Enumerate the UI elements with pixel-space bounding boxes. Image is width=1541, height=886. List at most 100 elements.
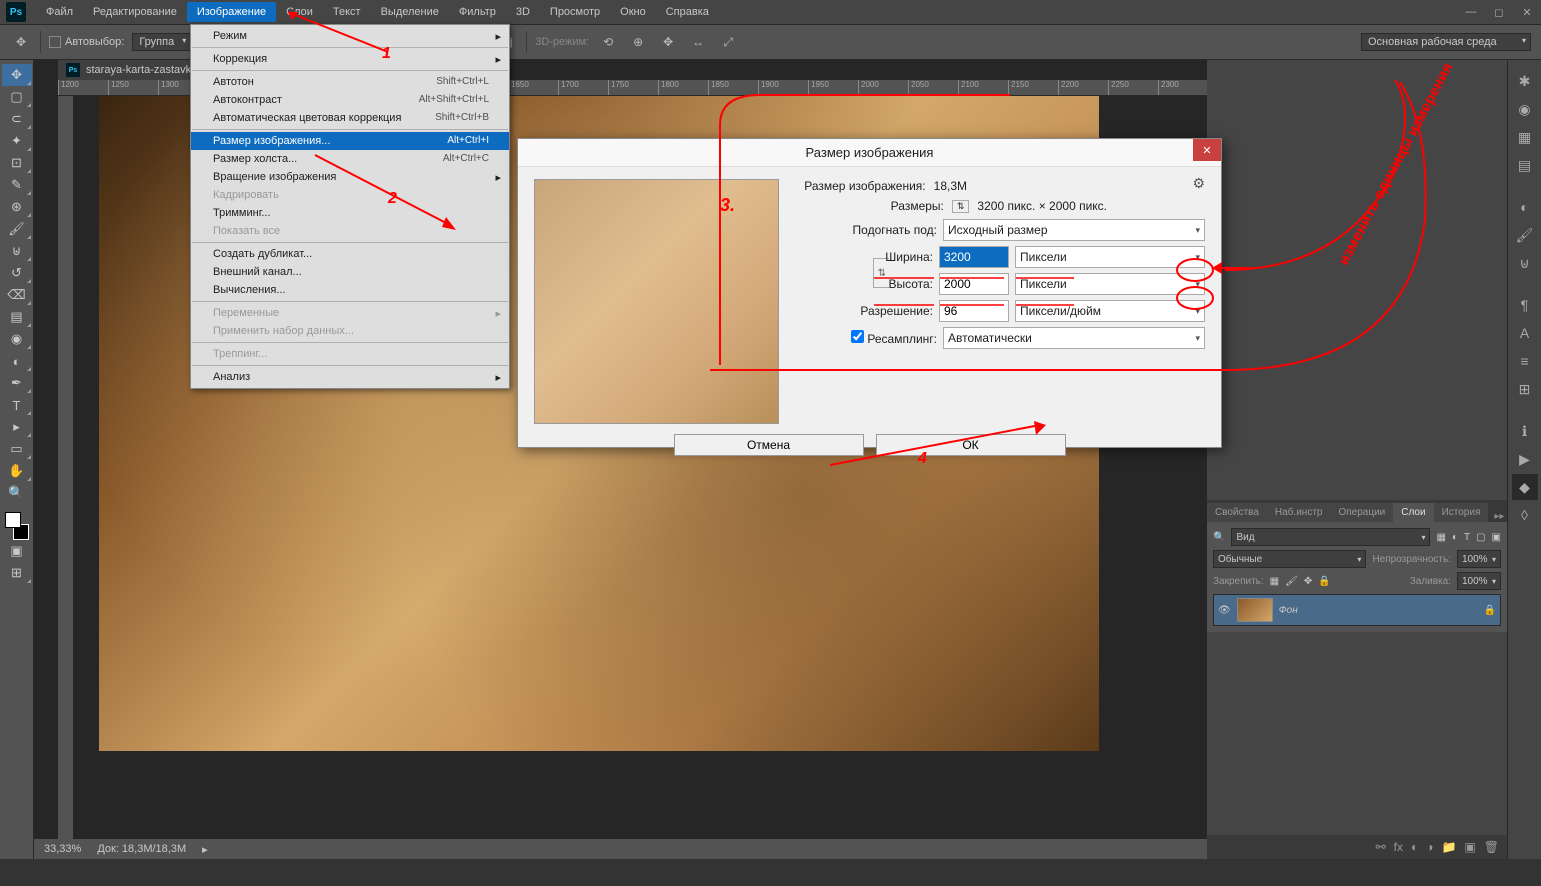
eraser-tool[interactable]: ⌫ — [2, 284, 32, 306]
filter-type-icon[interactable]: T — [1464, 532, 1470, 543]
menu-справка[interactable]: Справка — [656, 2, 719, 22]
search-icon[interactable]: 🔍 — [1213, 532, 1225, 543]
menu-редактирование[interactable]: Редактирование — [83, 2, 187, 22]
zoom-tool[interactable]: 🔍 — [2, 482, 32, 504]
dock-color-icon[interactable]: ◉ — [1512, 96, 1538, 122]
filter-shape-icon[interactable]: ▢ — [1476, 532, 1485, 543]
dock-layers-icon[interactable]: ◆ — [1512, 474, 1538, 500]
3d-scale-icon[interactable]: ⤢ — [717, 31, 739, 53]
status-arrow-icon[interactable]: ▸ — [202, 843, 208, 856]
layer-name[interactable]: Фон — [1279, 605, 1298, 616]
resample-dropdown[interactable]: Автоматически — [943, 327, 1205, 349]
magic-wand-tool[interactable]: ✦ — [2, 130, 32, 152]
dock-adjustments-icon[interactable]: ◐ — [1512, 194, 1538, 220]
fx-icon[interactable]: fx — [1394, 840, 1403, 854]
screen-mode-toggle[interactable]: ⊞ — [2, 562, 32, 584]
panel-tab[interactable]: История — [1434, 503, 1489, 522]
3d-slide-icon[interactable]: ↔ — [687, 31, 709, 53]
menu-слои[interactable]: Слои — [276, 2, 323, 22]
dock-brush-icon[interactable]: 🖌 — [1512, 222, 1538, 248]
menu-текст[interactable]: Текст — [323, 2, 371, 22]
menu-окно[interactable]: Окно — [610, 2, 656, 22]
panel-tab[interactable]: Наб.инстр — [1267, 503, 1331, 522]
new-layer-icon[interactable]: ▣ — [1464, 840, 1475, 854]
dock-glyph-icon[interactable]: ≡ — [1512, 348, 1538, 374]
layer-visibility-icon[interactable]: 👁 — [1218, 605, 1231, 616]
brush-tool[interactable]: 🖌 — [2, 218, 32, 240]
group-icon[interactable]: 📁 — [1441, 840, 1456, 854]
menu-фильтр[interactable]: Фильтр — [449, 2, 506, 22]
dialog-gear-icon[interactable]: ⚙ — [1192, 175, 1205, 192]
layer-thumbnail[interactable] — [1237, 598, 1273, 622]
crop-tool[interactable]: ⊡ — [2, 152, 32, 174]
panel-tab[interactable]: Свойства — [1207, 503, 1267, 522]
menu-изображение[interactable]: Изображение — [187, 2, 276, 22]
cancel-button[interactable]: Отмена — [674, 434, 864, 456]
minimize-button[interactable]: — — [1457, 2, 1485, 22]
adjustment-icon[interactable]: ◑ — [1426, 840, 1433, 854]
fit-dropdown[interactable]: Исходный размер — [943, 219, 1205, 241]
color-swatch[interactable] — [3, 512, 31, 540]
dock-compass-icon[interactable]: ✱ — [1512, 68, 1538, 94]
3d-roll-icon[interactable]: ⊕ — [627, 31, 649, 53]
menu-3d[interactable]: 3D — [506, 2, 540, 22]
lock-position-icon[interactable]: ✥ — [1304, 576, 1312, 587]
blend-mode-dropdown[interactable]: Обычные — [1213, 550, 1366, 568]
menu-item[interactable]: АвтоконтрастAlt+Shift+Ctrl+L — [191, 91, 509, 109]
panel-tab[interactable]: Слои — [1393, 503, 1433, 522]
dims-toggle-icon[interactable]: ⇅ — [952, 200, 970, 213]
menu-item[interactable]: Создать дубликат... — [191, 245, 509, 263]
menu-просмотр[interactable]: Просмотр — [540, 2, 610, 22]
3d-pan-icon[interactable]: ✥ — [657, 31, 679, 53]
blur-tool[interactable]: ◉ — [2, 328, 32, 350]
layer-filter-kind[interactable]: Вид — [1231, 528, 1430, 546]
zoom-level[interactable]: 33,33% — [44, 843, 81, 855]
dock-char-icon[interactable]: ¶ — [1512, 292, 1538, 318]
link-layers-icon[interactable]: ⚯ — [1376, 840, 1386, 854]
dock-paths-icon[interactable]: ◊ — [1512, 502, 1538, 528]
dock-play-icon[interactable]: ▶ — [1512, 446, 1538, 472]
ok-button[interactable]: ОК — [876, 434, 1066, 456]
menu-item[interactable]: Коррекция — [191, 50, 509, 68]
dock-other-icon[interactable]: ⊞ — [1512, 376, 1538, 402]
layer-row[interactable]: 👁 Фон 🔒 — [1213, 594, 1501, 626]
quick-mask-toggle[interactable]: ▣ — [2, 540, 32, 562]
menu-item[interactable]: АвтотонShift+Ctrl+L — [191, 73, 509, 91]
resolution-input[interactable] — [939, 300, 1009, 322]
marquee-tool[interactable]: ▢ — [2, 86, 32, 108]
fill-value[interactable]: 100% — [1457, 572, 1501, 590]
dock-styles-icon[interactable]: ▤ — [1512, 152, 1538, 178]
dock-clone-icon[interactable]: ⊎ — [1512, 250, 1538, 276]
pen-tool[interactable]: ✒ — [2, 372, 32, 394]
delete-icon[interactable]: 🗑 — [1484, 840, 1499, 854]
height-unit-dropdown[interactable]: Пиксели — [1015, 273, 1205, 295]
menu-item[interactable]: Анализ — [191, 368, 509, 386]
menu-item[interactable]: Внешний канал... — [191, 263, 509, 281]
width-input[interactable] — [939, 246, 1009, 268]
lock-all-icon[interactable]: 🔒 — [1318, 576, 1330, 587]
lasso-tool[interactable]: ⊂ — [2, 108, 32, 130]
menu-item[interactable]: Размер изображения...Alt+Ctrl+I — [191, 132, 509, 150]
filter-pixel-icon[interactable]: ▦ — [1436, 532, 1445, 543]
dialog-close-button[interactable]: ✕ — [1193, 139, 1221, 161]
hand-tool[interactable]: ✋ — [2, 460, 32, 482]
menu-файл[interactable]: Файл — [36, 2, 83, 22]
restore-button[interactable]: ◻ — [1485, 2, 1513, 22]
path-selection-tool[interactable]: ▸ — [2, 416, 32, 438]
menu-item[interactable]: Автоматическая цветовая коррекцияShift+C… — [191, 109, 509, 127]
menu-item[interactable]: Тримминг... — [191, 204, 509, 222]
lock-pixels-icon[interactable]: ▦ — [1270, 576, 1279, 587]
height-input[interactable] — [939, 273, 1009, 295]
shape-tool[interactable]: ▭ — [2, 438, 32, 460]
document-tab[interactable]: Ps staraya-karta-zastavki... — [58, 60, 211, 80]
dock-swatches-icon[interactable]: ▦ — [1512, 124, 1538, 150]
width-unit-dropdown[interactable]: Пиксели — [1015, 246, 1205, 268]
menu-item[interactable]: Вычисления... — [191, 281, 509, 299]
menu-item[interactable]: Режим — [191, 27, 509, 45]
lock-brush-icon[interactable]: 🖌 — [1285, 576, 1298, 587]
menu-выделение[interactable]: Выделение — [371, 2, 449, 22]
autoselect-checkbox[interactable] — [49, 36, 61, 48]
clone-stamp-tool[interactable]: ⊎ — [2, 240, 32, 262]
healing-brush-tool[interactable]: ⊛ — [2, 196, 32, 218]
autoselect-target-dropdown[interactable]: Группа — [132, 33, 191, 51]
